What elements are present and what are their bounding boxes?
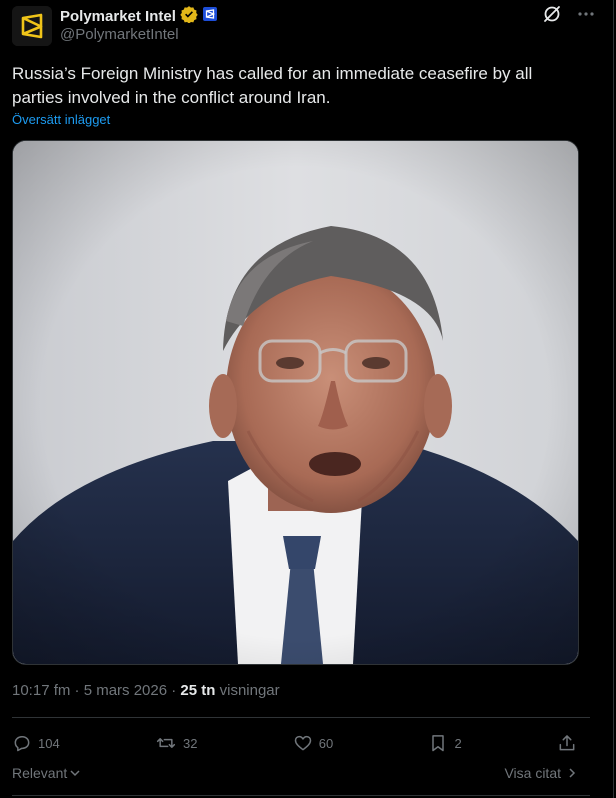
views-label: visningar xyxy=(219,682,280,699)
like-button[interactable]: 60 xyxy=(293,733,333,753)
action-bar: 104 32 60 2 xyxy=(12,728,577,758)
share-button[interactable] xyxy=(557,733,577,753)
divider-bottom xyxy=(12,795,590,796)
sort-dropdown[interactable]: Relevant xyxy=(12,765,81,781)
divider-top xyxy=(12,717,590,718)
bookmark-button[interactable]: 2 xyxy=(428,733,462,753)
avatar[interactable] xyxy=(12,6,52,46)
meta-separator: · xyxy=(167,682,181,699)
tweet-photo[interactable] xyxy=(12,140,579,665)
right-border xyxy=(613,0,614,798)
repost-count: 32 xyxy=(182,735,198,751)
share-icon xyxy=(559,735,575,751)
chevron-down-icon xyxy=(70,770,80,777)
bookmark-count: 2 xyxy=(454,735,462,751)
sort-label: Relevant xyxy=(12,765,68,781)
views-count: 25 tn xyxy=(180,682,216,699)
tweet-meta: 10:17 fm · 5 mars 2026 · 25 tn visningar xyxy=(12,682,280,699)
quotes-label: Visa citat xyxy=(504,765,561,781)
repost-button[interactable]: 32 xyxy=(155,733,197,753)
view-quotes-link[interactable]: Visa citat xyxy=(504,765,577,781)
top-actions xyxy=(542,4,596,29)
reply-count: 104 xyxy=(38,735,60,751)
bookmark-icon xyxy=(432,735,445,752)
more-icon[interactable] xyxy=(576,4,596,29)
timestamp[interactable]: 10:17 fm · 5 mars 2026 xyxy=(12,682,167,699)
repost-icon xyxy=(156,738,176,748)
name-row: Polymarket Intel xyxy=(60,5,218,28)
affiliate-badge-icon[interactable] xyxy=(202,6,218,27)
like-count: 60 xyxy=(318,735,334,751)
handle[interactable]: @PolymarketIntel xyxy=(60,26,179,43)
verified-badge-icon[interactable] xyxy=(180,5,198,28)
display-name[interactable]: Polymarket Intel xyxy=(60,8,176,25)
grok-icon[interactable] xyxy=(542,4,562,29)
chevron-right-icon xyxy=(569,768,576,778)
translate-link[interactable]: Översätt inlägget xyxy=(12,112,110,127)
reply-icon xyxy=(14,736,30,752)
reply-sort-row: Relevant Visa citat xyxy=(12,765,577,785)
heart-icon xyxy=(294,735,311,751)
tweet-text: Russia’s Foreign Ministry has called for… xyxy=(12,64,533,107)
reply-button[interactable]: 104 xyxy=(12,733,60,753)
polymarket-logo-icon xyxy=(12,6,52,46)
portrait-photo xyxy=(13,141,578,664)
tweet-header: Polymarket Intel @PolymarketIntel xyxy=(12,4,596,46)
